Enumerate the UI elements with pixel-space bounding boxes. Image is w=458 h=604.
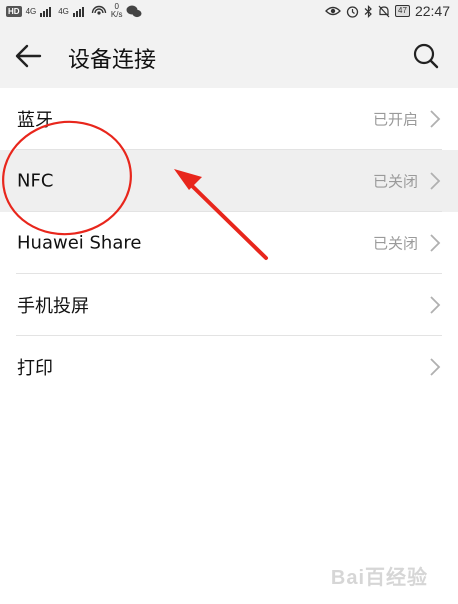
chevron-right-icon (430, 234, 441, 252)
status-bar: HD 4G 4G 0 K/s 47 22:47 (0, 0, 458, 24)
status-time: 22:47 (414, 3, 450, 19)
list-item-huawei-share[interactable]: Huawei Share 已关闭 (0, 212, 458, 274)
chevron-right-icon (430, 296, 441, 314)
alarm-icon (346, 5, 359, 18)
mute-bell-icon (378, 5, 390, 17)
eye-comfort-icon (325, 6, 341, 16)
list-item-nfc[interactable]: NFC 已关闭 (0, 150, 458, 212)
list-item-screen-projection[interactable]: 手机投屏 (0, 274, 458, 336)
signal-label-2: 4G (58, 6, 69, 16)
settings-list: 蓝牙 已开启 NFC 已关闭 Huawei Share 已关闭 手机投屏 打印 (0, 88, 458, 398)
search-button[interactable] (408, 38, 444, 74)
app-bar: 设备连接 (0, 24, 458, 88)
signal-icon (40, 7, 52, 17)
back-arrow-icon (15, 44, 42, 68)
list-item-status: 已关闭 (372, 172, 418, 191)
hotspot-icon (91, 5, 107, 15)
list-item-label: Huawei Share (17, 232, 142, 254)
back-button[interactable] (10, 38, 46, 74)
chevron-right-icon (430, 358, 441, 376)
battery-indicator: 47 (395, 5, 410, 17)
status-bar-left: HD 4G 4G 0 K/s (6, 3, 142, 19)
signal-label-1: 4G (25, 6, 37, 16)
page-title: 设备连接 (68, 48, 157, 73)
network-speed-unit: K/s (110, 10, 123, 19)
list-item-print[interactable]: 打印 (0, 336, 458, 398)
search-icon (413, 43, 439, 69)
list-item-status: 已关闭 (372, 234, 418, 253)
chevron-right-icon (430, 110, 441, 128)
network-speed: 0 K/s (111, 3, 123, 19)
list-item-label: 打印 (17, 358, 53, 379)
bluetooth-icon (364, 4, 372, 18)
list-item-label: 手机投屏 (17, 296, 89, 317)
list-item-status: 已开启 (372, 110, 418, 129)
hd-badge: HD (6, 5, 22, 17)
signal-icon (72, 7, 84, 17)
status-bar-right: 47 22:47 (325, 3, 450, 19)
list-item-label: 蓝牙 (17, 110, 53, 131)
watermark-logo: Bai百经验 (330, 567, 428, 589)
wechat-icon (126, 5, 142, 17)
list-item-label: NFC (17, 170, 54, 192)
chevron-right-icon (430, 172, 441, 190)
list-item-bluetooth[interactable]: 蓝牙 已开启 (0, 88, 458, 150)
